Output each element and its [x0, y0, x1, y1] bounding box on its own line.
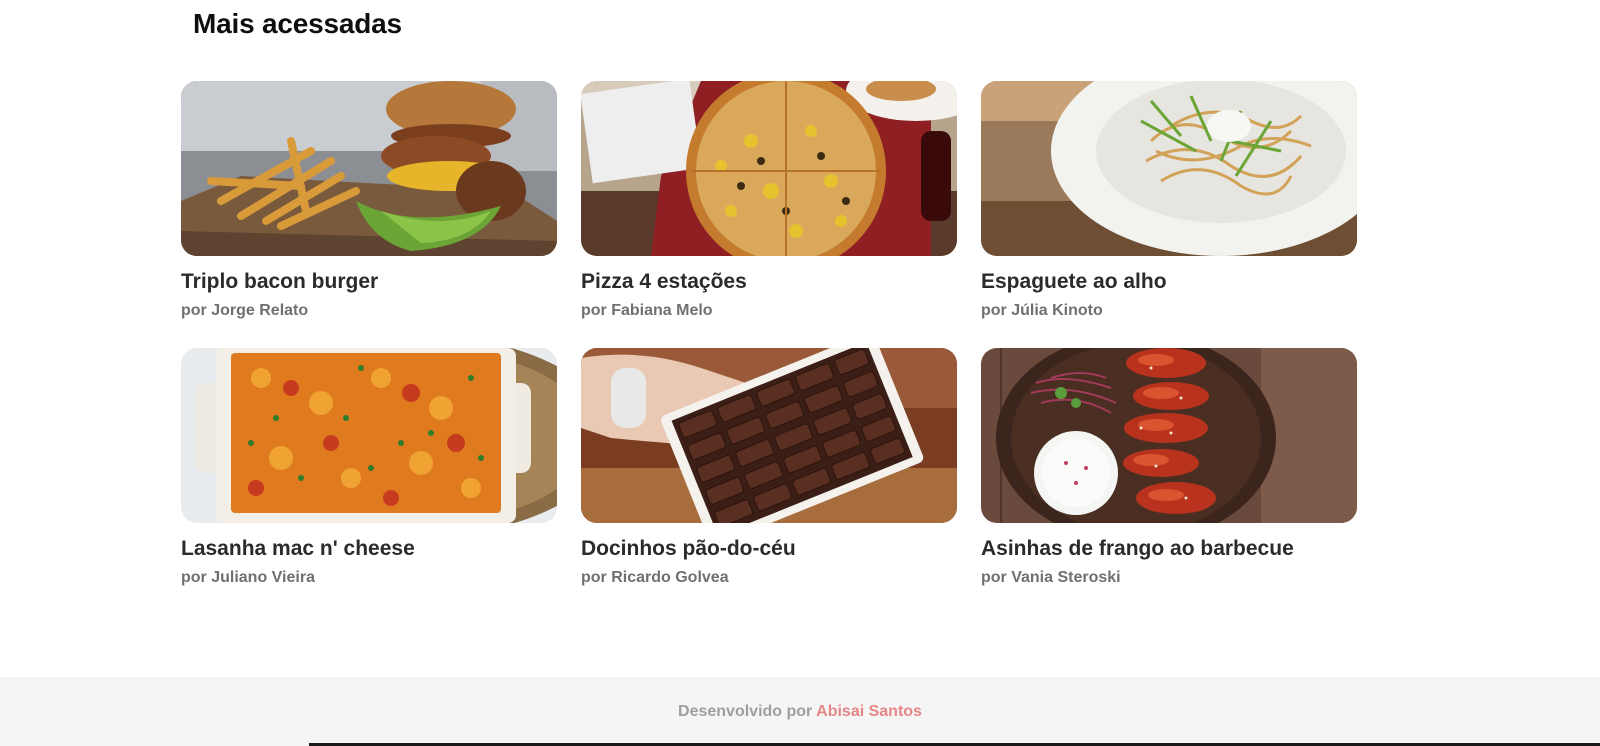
chocolates-image[interactable]	[581, 348, 957, 523]
recipe-author: por Ricardo Golvea	[581, 569, 729, 586]
recipe-author: por Vania Steroski	[981, 569, 1121, 586]
page: Mais acessadas Triplo bacon burger por J…	[0, 0, 1600, 746]
lasagna-image[interactable]	[181, 348, 557, 523]
author-link[interactable]: Abisai Santos	[816, 703, 922, 720]
recipe-author: por Fabiana Melo	[581, 302, 713, 319]
recipe-card[interactable]: Docinhos pão-do-céu por Ricardo Golvea	[581, 348, 957, 615]
footer-prefix: Desenvolvido por	[678, 703, 813, 720]
recipe-title[interactable]: Asinhas de frango ao barbecue	[981, 536, 1357, 562]
footer-credit: Desenvolvido por Abisai Santos	[0, 703, 1600, 721]
recipe-author: por Jorge Relato	[181, 302, 309, 319]
spaghetti-image[interactable]	[981, 81, 1357, 256]
recipe-card[interactable]: Lasanha mac n' cheese por Juliano Vieira	[181, 348, 557, 615]
recipe-author: por Juliano Vieira	[181, 569, 315, 586]
recipe-card[interactable]: Triplo bacon burger por Jorge Relato	[181, 81, 557, 348]
recipe-title[interactable]: Lasanha mac n' cheese	[181, 536, 557, 562]
recipe-card[interactable]: Asinhas de frango ao barbecue por Vania …	[981, 348, 1357, 615]
recipe-author: por Júlia Kinoto	[981, 302, 1103, 319]
recipe-card[interactable]: Pizza 4 estações por Fabiana Melo	[581, 81, 957, 348]
footer: Desenvolvido por Abisai Santos	[0, 677, 1600, 746]
recipe-grid: Triplo bacon burger por Jorge Relato Piz…	[181, 81, 1357, 615]
chicken-wings-image[interactable]	[981, 348, 1357, 523]
pizza-image[interactable]	[581, 81, 957, 256]
recipe-title[interactable]: Pizza 4 estações	[581, 269, 957, 295]
recipe-title[interactable]: Docinhos pão-do-céu	[581, 536, 957, 562]
section-title: Mais acessadas	[193, 8, 402, 39]
recipe-title[interactable]: Triplo bacon burger	[181, 269, 557, 295]
recipe-title[interactable]: Espaguete ao alho	[981, 269, 1357, 295]
burger-image[interactable]	[181, 81, 557, 256]
recipe-card[interactable]: Espaguete ao alho por Júlia Kinoto	[981, 81, 1357, 348]
